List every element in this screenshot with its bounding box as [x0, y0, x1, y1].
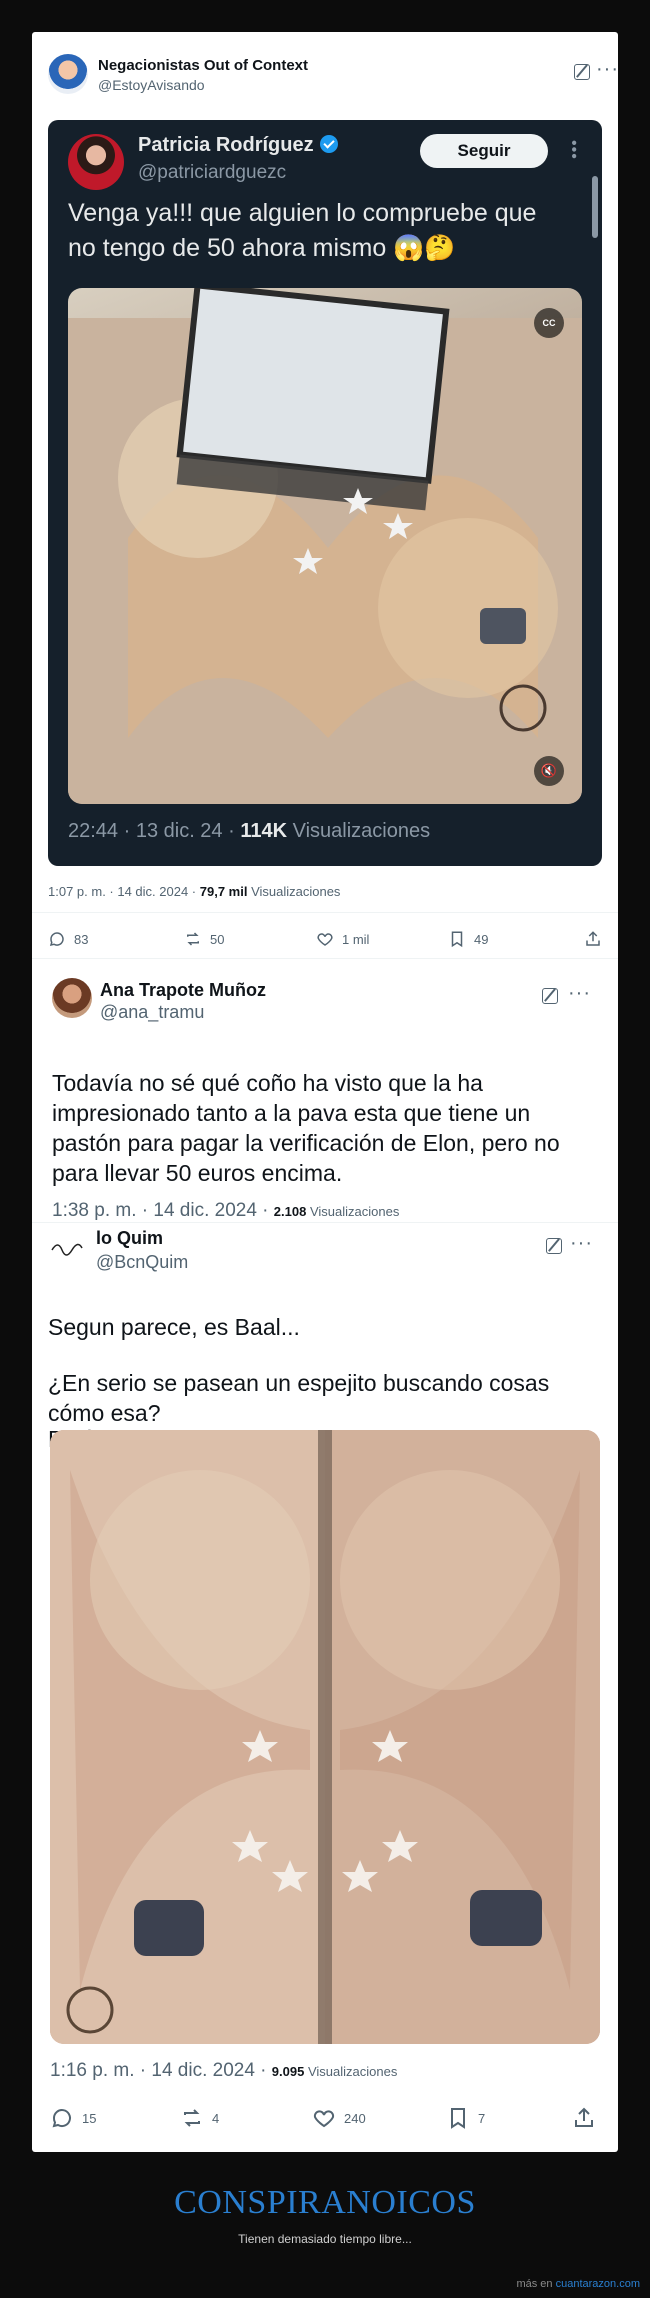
embedded-meta: 22:44 · 13 dic. 24 · 114K Visualizacione…: [68, 820, 431, 842]
grok-icon[interactable]: [542, 988, 558, 1004]
like-button[interactable]: 1 mil: [316, 930, 369, 948]
bookmark-button[interactable]: 7: [446, 2106, 485, 2130]
banknote-closeup-image: [50, 1430, 600, 2044]
captions-icon: CC: [534, 308, 564, 338]
bookmark-button[interactable]: 49: [448, 930, 488, 948]
like-button[interactable]: 240: [312, 2106, 366, 2130]
reply-meta: 1:16 p. m. · 14 dic. 2024 · 9.095 Visual…: [50, 2060, 398, 2081]
reply-photo[interactable]: [50, 1430, 600, 2044]
more-icon[interactable]: ···: [568, 983, 591, 1003]
grok-icon[interactable]: [546, 1238, 562, 1254]
reply-actions: 15 4 240 7: [50, 2106, 600, 2130]
signature-logo: [51, 1243, 83, 1256]
heart-icon: [317, 933, 333, 946]
share-icon: [586, 931, 600, 946]
embedded-name: Patricia Rodríguez: [138, 134, 338, 157]
avatar[interactable]: [52, 978, 92, 1018]
reply-icon: [52, 2109, 71, 2128]
share-button[interactable]: [584, 930, 610, 948]
account-name[interactable]: Negacionistas Out of Context: [98, 57, 308, 74]
page-title: CONSPIRANOICOS: [174, 2184, 476, 2221]
share-button[interactable]: [572, 2106, 604, 2130]
more-icon: •••: [565, 140, 582, 160]
reply-icon: [49, 932, 64, 947]
embedded-tweet: Patricia Rodríguez @patriciardguezc Segu…: [48, 120, 602, 866]
share-icon: [575, 2107, 593, 2127]
reply-handle[interactable]: @BcnQuim: [96, 1252, 188, 1273]
divider: [32, 958, 618, 959]
reply-text-line: Segun parece, es Baal...: [48, 1314, 300, 1340]
site-link[interactable]: cuantarazon.com: [556, 2278, 640, 2290]
repost-button[interactable]: 4: [180, 2106, 219, 2130]
site-credit: más en cuantarazon.com: [516, 2278, 640, 2290]
banknote-mirror-image: [68, 288, 582, 804]
reply-name[interactable]: Ana Trapote Muñoz: [100, 980, 266, 1001]
follow-button: Seguir: [420, 134, 548, 168]
tweet-card: Negacionistas Out of Context @EstoyAvisa…: [32, 32, 618, 2152]
video-thumbnail: CC 🔇: [68, 288, 582, 804]
post-meta: 1:07 p. m. · 14 dic. 2024 · 79,7 mil Vis…: [48, 884, 341, 899]
embedded-text: Venga ya!!! que alguien lo compruebe que…: [68, 199, 537, 262]
mute-icon: 🔇: [534, 756, 564, 786]
repost-button[interactable]: 50: [184, 930, 224, 948]
avatar: [68, 134, 124, 190]
more-icon[interactable]: ···: [570, 1233, 593, 1253]
post-header: Negacionistas Out of Context @EstoyAvisa…: [48, 54, 618, 98]
bookmark-icon: [451, 2108, 465, 2129]
reply-name[interactable]: lo Quim: [96, 1228, 163, 1249]
reply-handle[interactable]: @ana_tramu: [100, 1002, 204, 1023]
reply-button[interactable]: 83: [48, 930, 88, 948]
verified-icon: [319, 135, 338, 153]
reply-button[interactable]: 15: [50, 2106, 96, 2130]
account-handle[interactable]: @EstoyAvisando: [98, 77, 205, 93]
avatar[interactable]: [46, 1226, 86, 1266]
scrollbar: [592, 176, 598, 238]
page-subtitle: Tienen demasiado tiempo libre...: [238, 2232, 412, 2246]
repost-icon: [187, 932, 199, 946]
divider: [32, 912, 618, 913]
reply-text-line: ¿En serio se pasean un espejito buscando…: [48, 1370, 550, 1426]
grok-icon[interactable]: [574, 64, 590, 80]
post-actions: 83 50 1 mil 49: [48, 930, 602, 952]
reply-text: Todavía no sé qué coño ha visto que la h…: [52, 1070, 560, 1186]
embedded-handle: @patriciardguezc: [138, 162, 287, 183]
heart-icon: [313, 2110, 335, 2128]
reply-tweet: Ana Trapote Muñoz @ana_tramu ··· Todavía…: [32, 978, 618, 1221]
avatar[interactable]: [48, 54, 88, 94]
more-icon[interactable]: ···: [596, 59, 619, 79]
bookmark-icon: [451, 931, 463, 948]
repost-icon: [184, 2109, 200, 2127]
